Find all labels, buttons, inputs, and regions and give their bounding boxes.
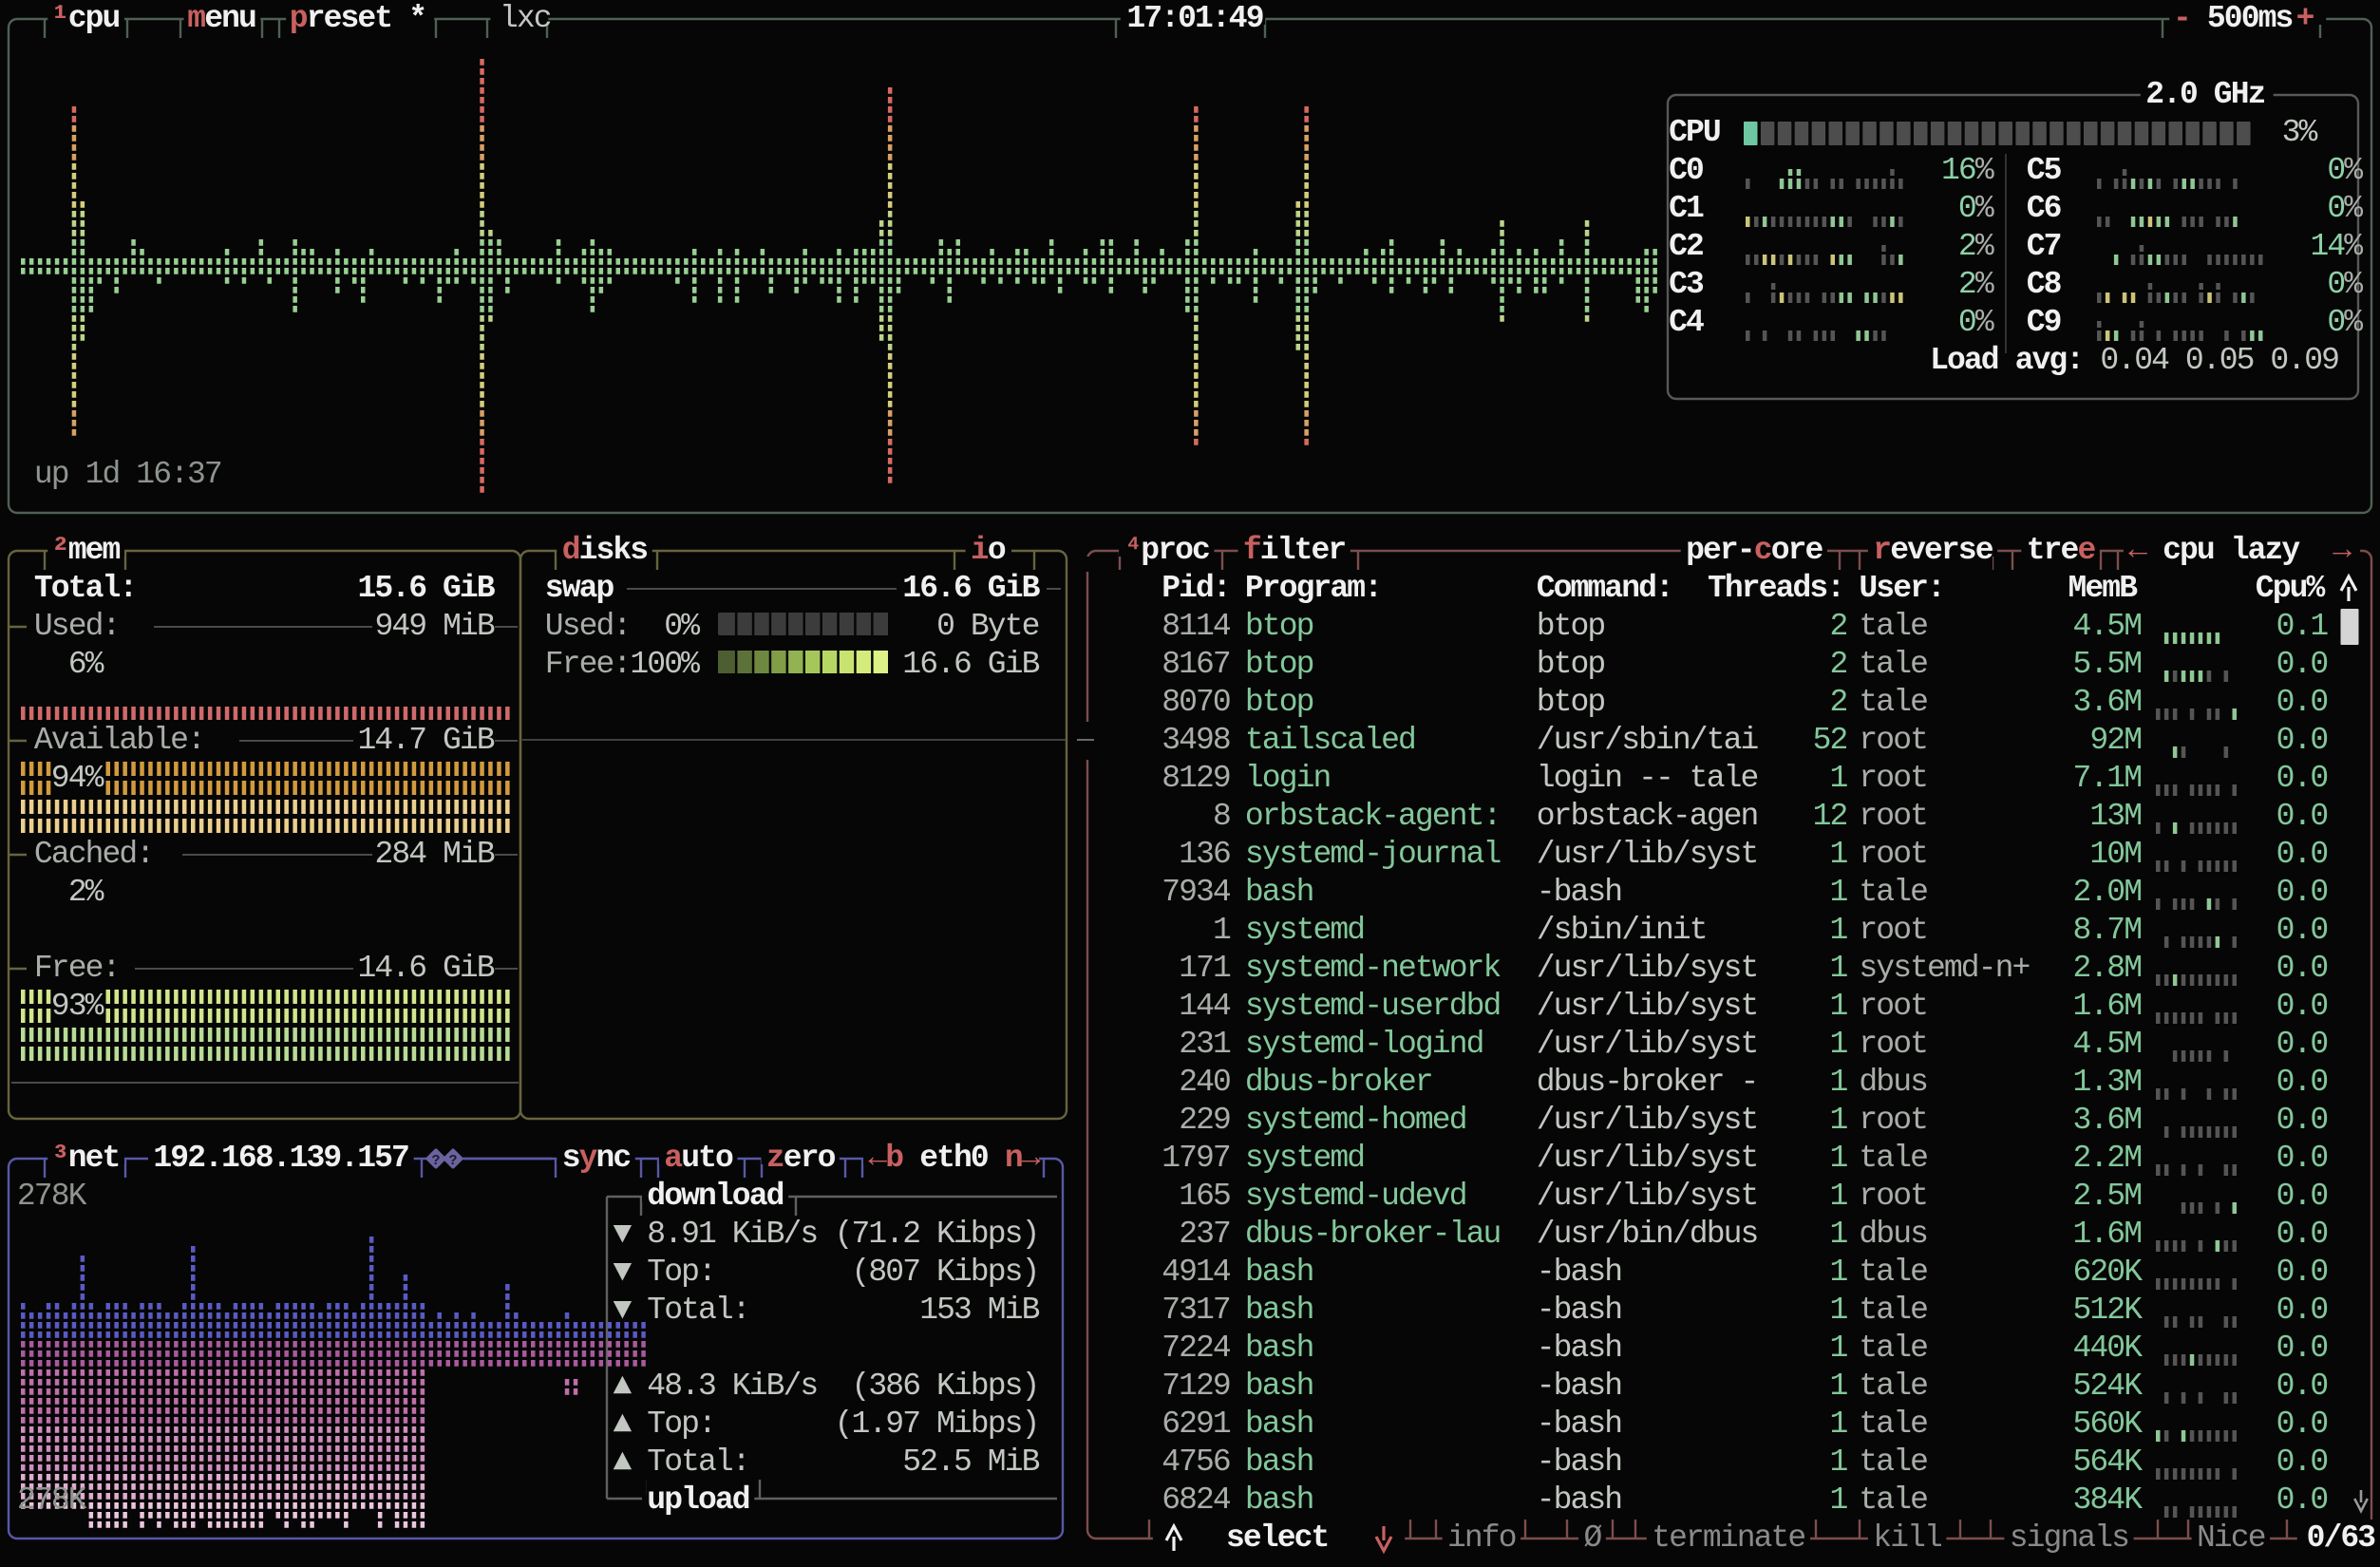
svg-text:?: ? [448,1153,457,1169]
svg-text:?: ? [431,1153,440,1169]
